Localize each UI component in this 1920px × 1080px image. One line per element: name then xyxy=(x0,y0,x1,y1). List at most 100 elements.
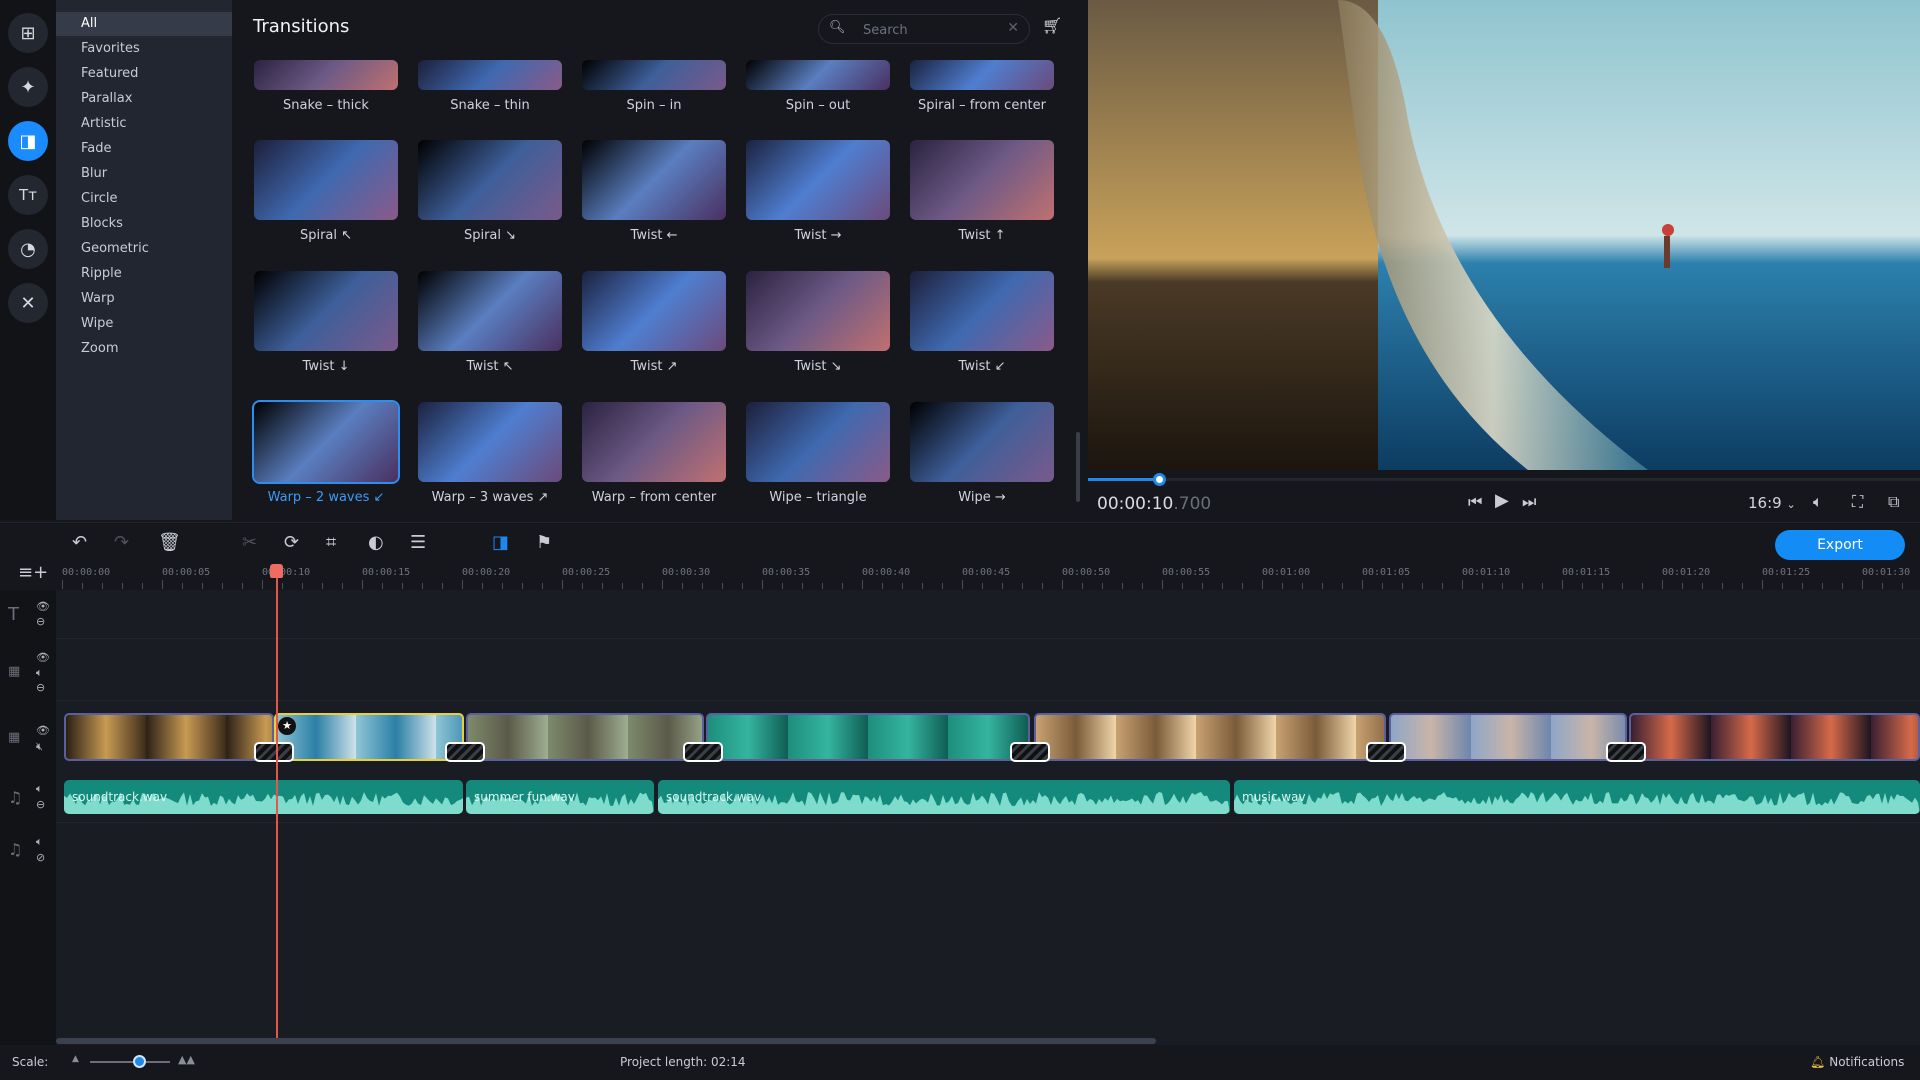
playhead-handle[interactable] xyxy=(270,564,283,578)
girl-clip[interactable] xyxy=(1389,713,1627,761)
transition-tile[interactable]: Spin – out xyxy=(746,60,890,113)
mute-icon[interactable]: 🔈︎ xyxy=(36,666,43,680)
category-blocks[interactable]: Blocks xyxy=(56,212,232,236)
tools-icon[interactable]: ✕ xyxy=(8,283,48,323)
transition-tile[interactable]: Warp – from center xyxy=(582,402,726,505)
category-circle[interactable]: Circle xyxy=(56,187,232,211)
transition-tile[interactable]: Twist ← xyxy=(582,140,726,243)
audio-clip[interactable]: music.wav xyxy=(1234,780,1920,814)
category-ripple[interactable]: Ripple xyxy=(56,262,232,286)
category-wipe[interactable]: Wipe xyxy=(56,312,232,336)
redo-icon[interactable]: ↷ xyxy=(114,532,129,553)
transition-tile[interactable]: Warp – 3 waves ↗ xyxy=(418,402,562,505)
transitions-icon[interactable]: ◨ xyxy=(8,121,48,161)
category-zoom[interactable]: Zoom xyxy=(56,337,232,361)
category-warp[interactable]: Warp xyxy=(56,287,232,311)
transition-tile[interactable]: Wipe → xyxy=(910,402,1054,505)
kitesurf-clip[interactable] xyxy=(274,713,464,761)
transition-tile[interactable]: Spin – in xyxy=(582,60,726,113)
add-track-icon[interactable]: ≡+ xyxy=(18,562,48,583)
transition-tile[interactable]: Snake – thin xyxy=(418,60,562,113)
import-icon[interactable]: ⊞ xyxy=(8,13,48,53)
magic-wand-icon[interactable]: ✦ xyxy=(8,67,48,107)
visibility-eye-icon[interactable]: 👁︎ xyxy=(36,724,50,737)
transition-wizard-icon[interactable]: ◨ xyxy=(492,532,509,553)
transition-marker[interactable] xyxy=(254,742,294,762)
transition-marker[interactable] xyxy=(1366,742,1406,762)
mute-icon[interactable]: 🔈︎ xyxy=(36,835,43,849)
transition-tile[interactable]: Twist → xyxy=(746,140,890,243)
category-featured[interactable]: Featured xyxy=(56,62,232,86)
notifications-button[interactable]: 🔔︎ Notifications xyxy=(1810,1055,1904,1069)
transition-marker[interactable] xyxy=(683,742,723,762)
category-favorites[interactable]: Favorites xyxy=(56,37,232,61)
transition-tile[interactable]: Twist ↓ xyxy=(254,271,398,374)
lock-link-icon[interactable]: ⊖ xyxy=(36,615,45,628)
transition-tile[interactable]: Twist ↑ xyxy=(910,140,1054,243)
zoom-in-icon[interactable]: ▲▲ xyxy=(178,1053,195,1066)
lock-link-icon[interactable]: ⊖ xyxy=(36,798,45,811)
transition-tile[interactable]: Spiral – from center xyxy=(910,60,1054,113)
skip-forward-icon[interactable]: ⏭︎ xyxy=(1522,492,1536,512)
aspect-ratio-select[interactable]: 16:9 ⌄ xyxy=(1748,494,1796,512)
mute-icon[interactable]: 🔈︎ xyxy=(36,782,43,796)
titles-icon[interactable]: Tт xyxy=(8,175,48,215)
sunset-clip[interactable] xyxy=(1629,713,1920,761)
transition-tile[interactable]: Twist ↗ xyxy=(582,271,726,374)
clear-search-icon[interactable]: ✕ xyxy=(1007,20,1019,36)
transition-tile[interactable]: Spiral ↘ xyxy=(418,140,562,243)
rotate-icon[interactable]: ⟳ xyxy=(284,532,299,553)
detach-preview-icon[interactable]: ⧉ xyxy=(1888,492,1899,512)
visibility-eye-icon[interactable]: 👁︎ xyxy=(36,651,50,664)
transition-tile[interactable]: Twist ↘ xyxy=(746,271,890,374)
audio-clip[interactable]: soundtrack.wav xyxy=(64,780,463,814)
color-adjust-icon[interactable]: ◐ xyxy=(368,532,384,553)
category-parallax[interactable]: Parallax xyxy=(56,87,232,111)
audio-clip[interactable]: soundtrack.wav xyxy=(658,780,1230,814)
seek-handle[interactable] xyxy=(1153,473,1166,486)
unlinked-icon[interactable]: ⊘ xyxy=(36,851,45,864)
category-all[interactable]: All xyxy=(56,12,232,36)
lock-link-icon[interactable]: ⊖ xyxy=(36,681,45,694)
transition-tile[interactable]: Snake – thick xyxy=(254,60,398,113)
sailboat-clip[interactable] xyxy=(64,713,274,761)
transition-tile[interactable]: Wipe – triangle xyxy=(746,402,890,505)
stickers-icon[interactable]: ◔ xyxy=(8,229,48,269)
category-geometric[interactable]: Geometric xyxy=(56,237,232,261)
transition-marker[interactable] xyxy=(445,742,485,762)
delete-icon[interactable]: 🗑︎ xyxy=(158,532,181,553)
volume-icon[interactable]: 🔈︎ xyxy=(1813,492,1823,512)
scale-slider-handle[interactable] xyxy=(133,1055,146,1068)
category-blur[interactable]: Blur xyxy=(56,162,232,186)
cut-icon[interactable]: ✂ xyxy=(242,532,257,553)
transition-tile[interactable]: Twist ↖ xyxy=(418,271,562,374)
search-input[interactable] xyxy=(863,21,1003,39)
category-fade[interactable]: Fade xyxy=(56,137,232,161)
reef-clip[interactable] xyxy=(706,713,1030,761)
audio-muted-icon[interactable]: 🔇︎ xyxy=(36,740,43,754)
transition-tile[interactable]: Twist ↙ xyxy=(910,271,1054,374)
transition-tile[interactable]: Warp – 2 waves ↙ xyxy=(252,400,400,505)
category-artistic[interactable]: Artistic xyxy=(56,112,232,136)
marker-flag-icon[interactable]: ⚑ xyxy=(536,532,552,553)
clip-properties-icon[interactable]: ☰ xyxy=(410,532,426,553)
audio-clip[interactable]: summer fun.wav xyxy=(466,780,654,814)
export-button[interactable]: Export xyxy=(1775,530,1905,560)
timeline-scrollbar[interactable] xyxy=(56,1038,1156,1044)
fullscreen-icon[interactable]: ⛶ xyxy=(1852,492,1863,512)
transition-marker[interactable] xyxy=(1010,742,1050,762)
transition-tile[interactable]: Spiral ↖ xyxy=(254,140,398,243)
skip-back-icon[interactable]: ⏮︎ xyxy=(1468,492,1482,512)
crop-icon[interactable]: ⌗ xyxy=(326,532,336,553)
transition-marker[interactable] xyxy=(1606,742,1646,762)
undo-icon[interactable]: ↶ xyxy=(72,532,87,553)
transitions-scrollbar[interactable] xyxy=(1076,432,1080,502)
visibility-eye-icon[interactable]: 👁︎ xyxy=(36,600,50,613)
seek-track[interactable] xyxy=(1088,478,1920,481)
scale-slider[interactable] xyxy=(90,1061,170,1063)
tracks-area[interactable] xyxy=(56,590,1920,1045)
friends-clip[interactable] xyxy=(1034,713,1386,761)
zoom-out-icon[interactable]: ▲ xyxy=(72,1054,79,1064)
play-icon[interactable]: ▶ xyxy=(1495,490,1509,511)
store-cart-icon[interactable]: 🛒︎ xyxy=(1042,16,1062,36)
